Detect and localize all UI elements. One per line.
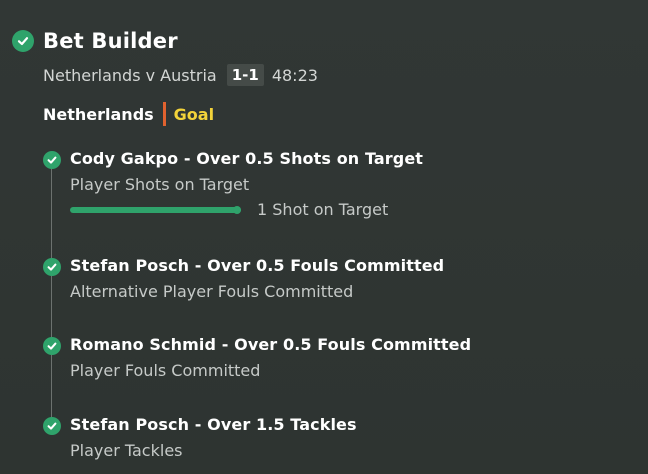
leg-title: Cody Gakpo - Over 0.5 Shots on Target <box>70 149 424 168</box>
match-info: Netherlands v Austria 1-1 48:23 <box>43 63 318 87</box>
score-badge: 1-1 <box>226 64 264 86</box>
event-team: Netherlands <box>43 104 154 124</box>
progress-bar-knob <box>233 205 241 214</box>
leg-title: Stefan Posch - Over 1.5 Tackles <box>70 415 357 434</box>
event-row: Netherlands Goal <box>43 101 214 127</box>
page-title: Bet Builder <box>43 29 178 53</box>
check-circle-icon <box>43 417 61 435</box>
bet-builder-header: Bet Builder <box>12 29 178 53</box>
leg-market: Player Tackles <box>70 441 183 460</box>
progress-bar-fill <box>70 206 241 213</box>
leg-market: Player Shots on Target <box>70 175 250 194</box>
fixture-name: Netherlands v Austria <box>43 65 217 85</box>
leg-market: Player Fouls Committed <box>70 361 261 380</box>
timeline-line <box>51 160 52 426</box>
leg-progress: 1 Shot on Target <box>70 200 388 219</box>
check-circle-icon <box>12 30 34 52</box>
event-type: Goal <box>173 104 215 124</box>
check-circle-icon <box>43 151 61 169</box>
match-clock: 48:23 <box>271 65 318 85</box>
check-circle-icon <box>43 337 61 355</box>
progress-label: 1 Shot on Target <box>257 200 389 219</box>
leg-market: Alternative Player Fouls Committed <box>70 282 354 301</box>
progress-bar <box>70 205 241 214</box>
event-divider <box>162 102 166 126</box>
bet-builder-panel: Bet Builder Netherlands v Austria 1-1 48… <box>0 0 648 474</box>
leg-title: Romano Schmid - Over 0.5 Fouls Committed <box>70 335 472 354</box>
check-circle-icon <box>43 258 61 276</box>
leg-title: Stefan Posch - Over 0.5 Fouls Committed <box>70 256 445 275</box>
